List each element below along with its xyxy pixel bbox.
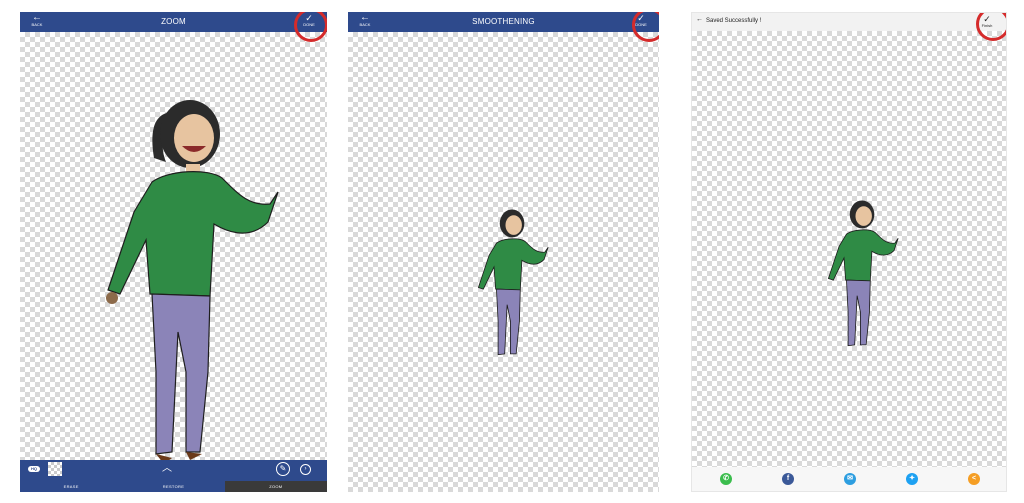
finish-highlight-ring: [976, 13, 1006, 41]
tab-restore[interactable]: RESTORE: [122, 481, 224, 492]
cutout-figure: [106, 100, 279, 464]
next-arrow-icon[interactable]: ›: [300, 464, 311, 475]
screen-title: SMOOTHENING: [472, 17, 535, 26]
done-highlight-ring: [294, 12, 327, 42]
tool-row: HQ ︿ ✎ ›: [20, 460, 327, 480]
bottom-toolbar: HQ ︿ ✎ › ERASE RESTORE ZOOM: [20, 460, 327, 492]
result-canvas: [692, 31, 1006, 467]
tab-zoom[interactable]: ZOOM: [224, 481, 327, 492]
back-arrow-icon[interactable]: ←: [696, 16, 703, 23]
top-bar: ← Saved Successfully ! ✓ Finish: [692, 13, 1006, 31]
mode-tabs: ERASE RESTORE ZOOM: [20, 481, 327, 492]
share-icon[interactable]: <: [968, 473, 980, 485]
share-bar: ✆ f ✉ ✦ <: [692, 467, 1006, 491]
smoothening-screen: ← BACK SMOOTHENING ✓ DONE: [348, 12, 659, 492]
screen-title: ZOOM: [161, 17, 186, 26]
whatsapp-icon[interactable]: ✆: [720, 473, 732, 485]
brush-size-icon[interactable]: ✎: [276, 462, 290, 476]
messenger-icon[interactable]: ✉: [844, 473, 856, 485]
facebook-icon[interactable]: f: [782, 473, 794, 485]
cutout-figure: [477, 209, 549, 356]
cutout-figure: [827, 200, 899, 347]
saved-screen: ← Saved Successfully ! ✓ Finish ✆ f ✉ ✦ …: [691, 12, 1007, 492]
hq-badge[interactable]: HQ: [28, 466, 40, 472]
preview-canvas: [348, 32, 659, 492]
background-swatch[interactable]: [48, 462, 62, 476]
top-bar: ← BACK SMOOTHENING ✓ DONE: [348, 12, 659, 32]
saved-title: Saved Successfully !: [706, 18, 762, 24]
tab-erase[interactable]: ERASE: [20, 481, 122, 492]
editing-canvas[interactable]: [20, 32, 327, 464]
chevron-up-icon[interactable]: ︿: [160, 463, 174, 475]
top-bar: ← BACK ZOOM ✓ DONE: [20, 12, 327, 32]
zoom-screen: ← BACK ZOOM ✓ DONE HQ ︿ ✎ › ERASE RESTOR…: [20, 12, 327, 492]
twitter-icon[interactable]: ✦: [906, 473, 918, 485]
